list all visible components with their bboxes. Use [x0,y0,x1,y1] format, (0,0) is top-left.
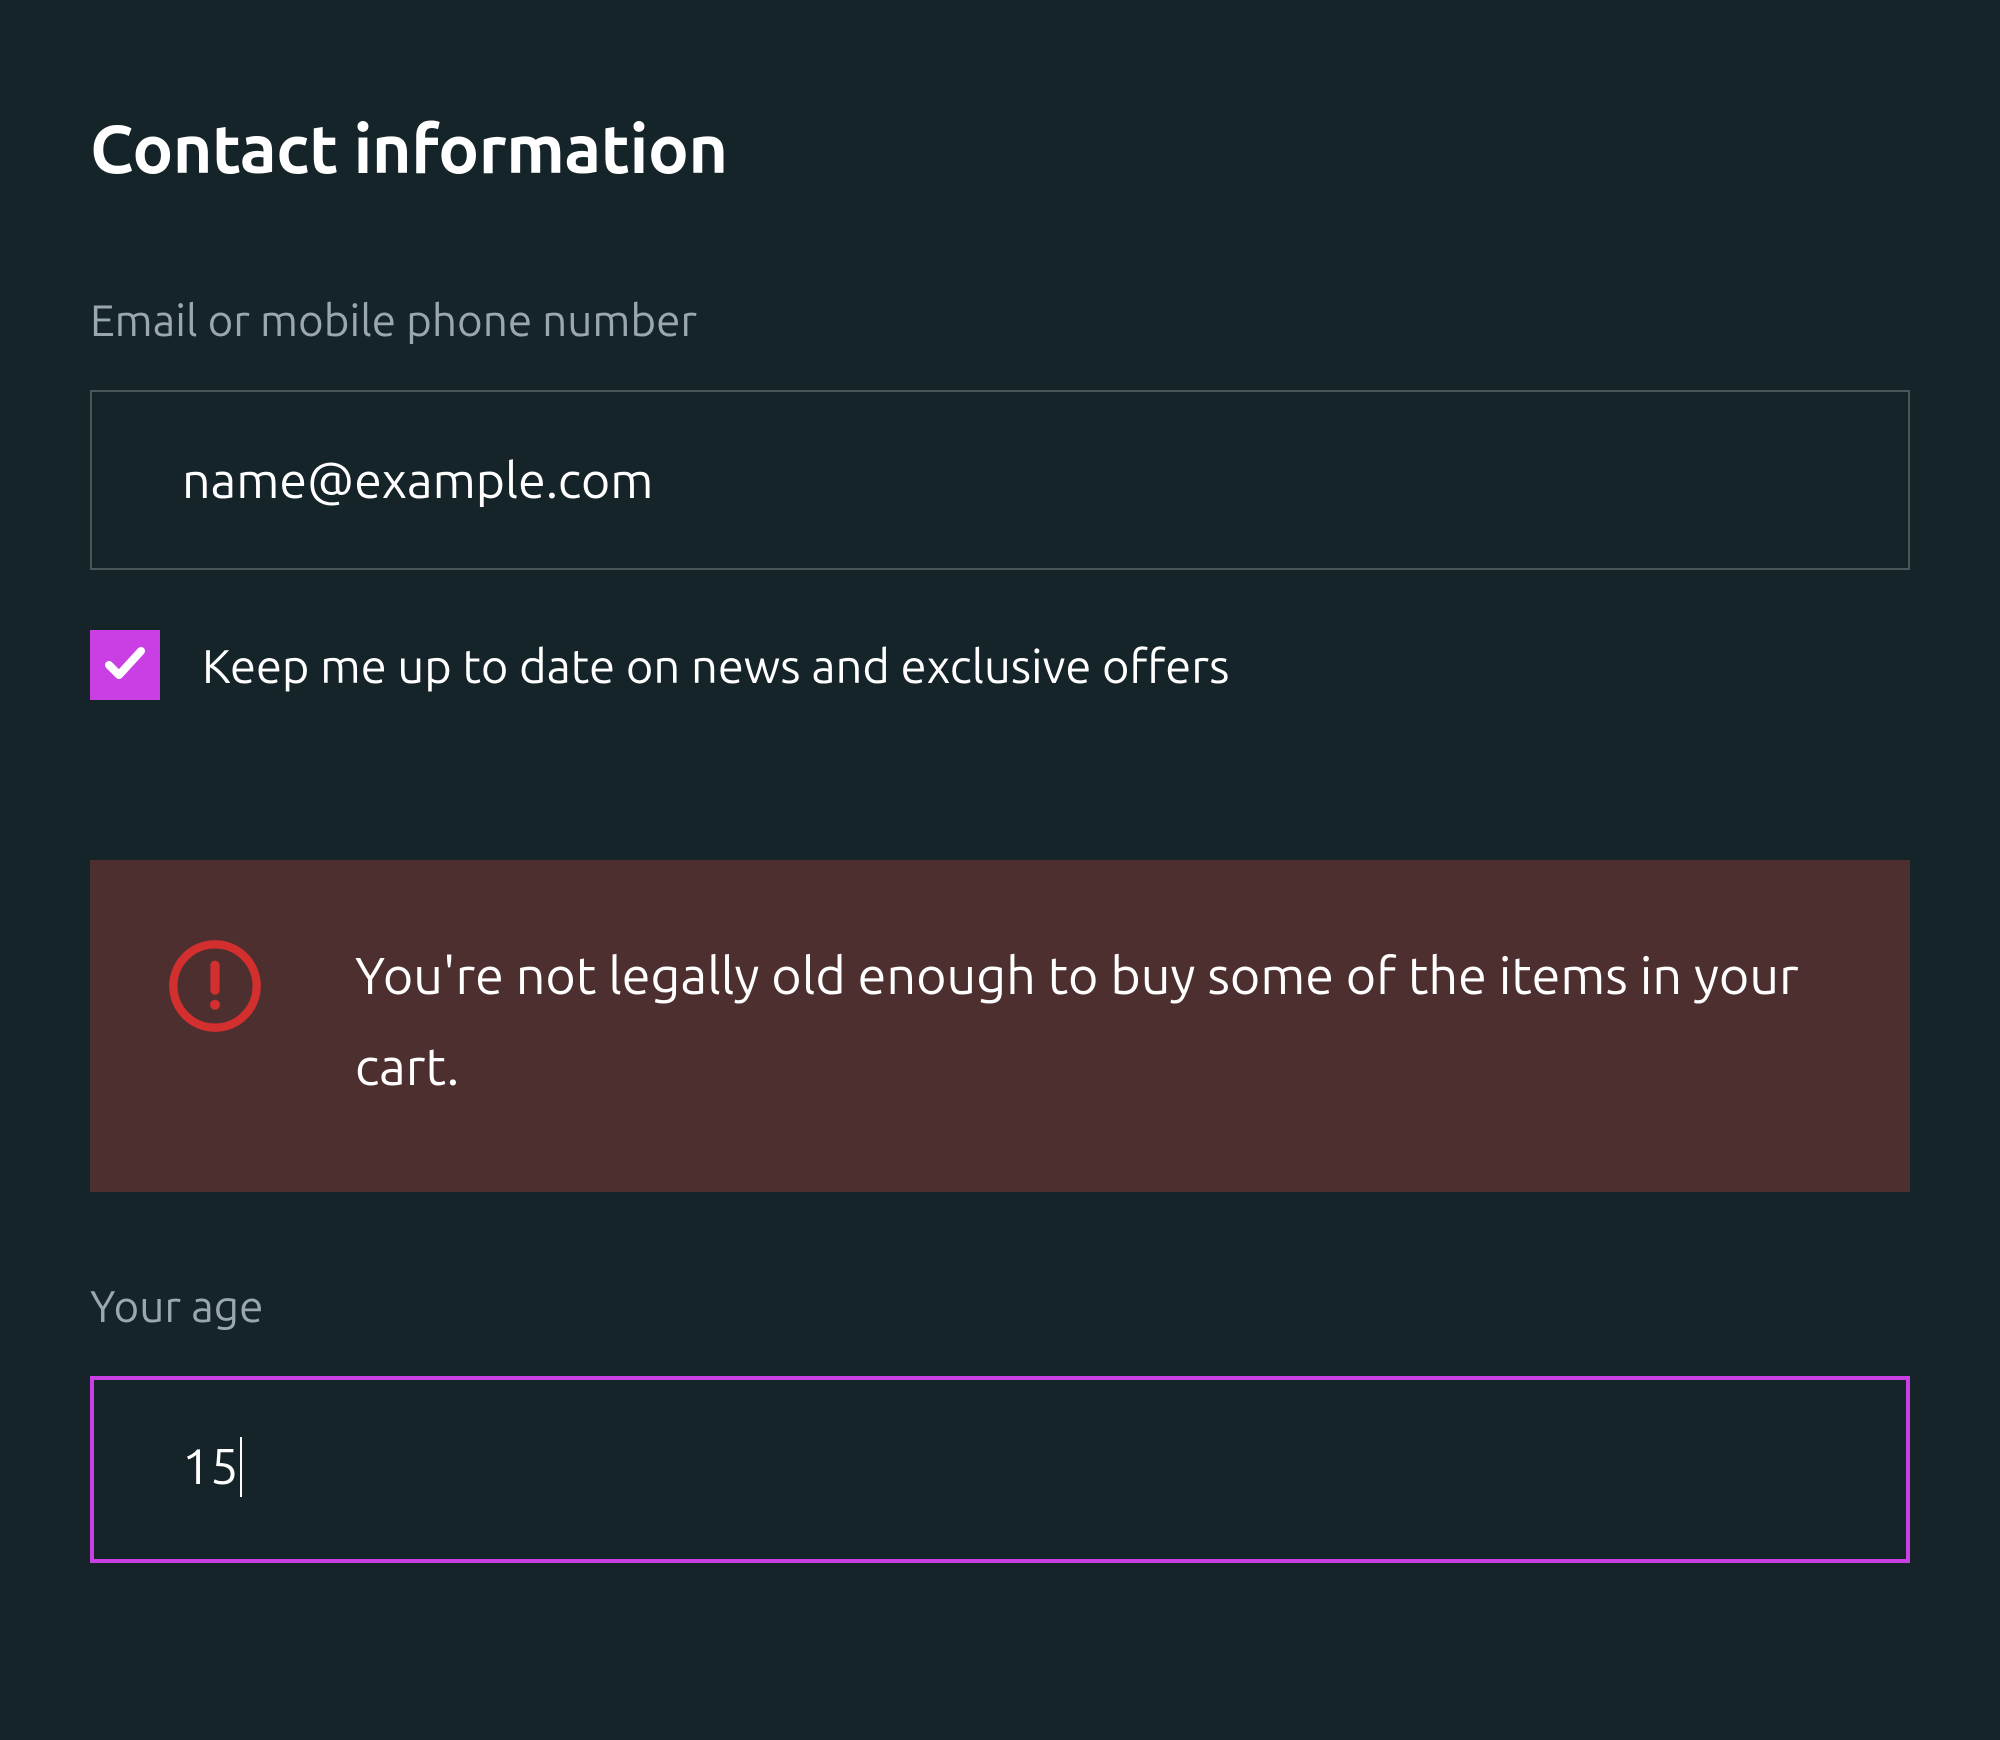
error-message: You're not legally old enough to buy som… [355,930,1835,1112]
email-input[interactable] [90,390,1910,570]
alert-icon [165,936,265,1040]
newsletter-checkbox[interactable] [90,630,160,700]
newsletter-label: Keep me up to date on news and exclusive… [202,639,1229,692]
newsletter-row[interactable]: Keep me up to date on news and exclusive… [90,630,1910,700]
section-title: Contact information [90,110,1910,186]
email-label: Email or mobile phone number [90,296,1910,345]
age-field-group: Your age 15 [90,1282,1910,1563]
check-icon [101,639,149,691]
text-cursor [240,1437,242,1497]
error-banner: You're not legally old enough to buy som… [90,860,1910,1192]
age-label: Your age [90,1282,1910,1331]
email-field-group: Email or mobile phone number [90,296,1910,570]
age-value: 15 [182,1438,238,1494]
age-input[interactable]: 15 [90,1376,1910,1563]
